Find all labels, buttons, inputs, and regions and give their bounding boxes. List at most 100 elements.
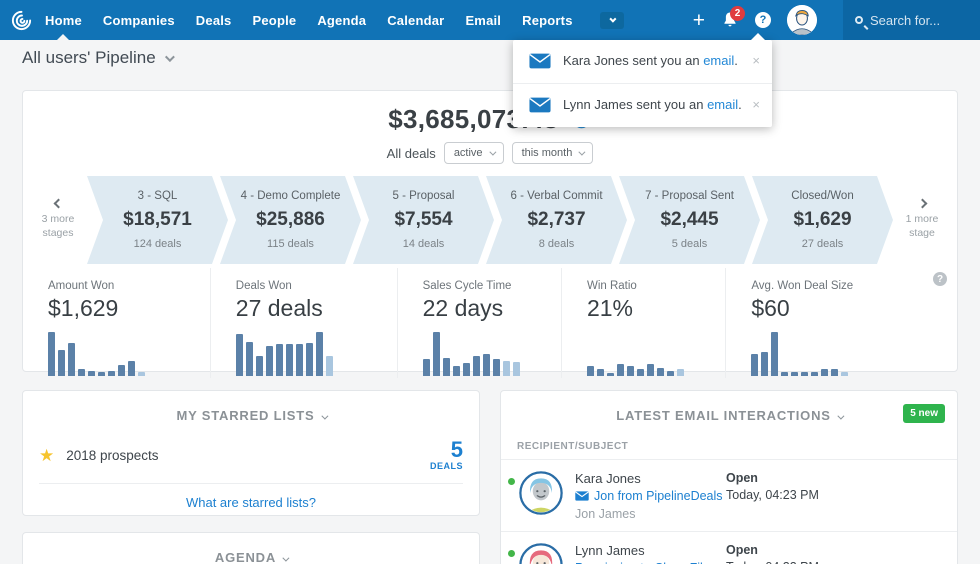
bar bbox=[503, 361, 510, 376]
recipient-name[interactable]: Kara Jones bbox=[575, 471, 723, 486]
quick-add-button[interactable]: + bbox=[693, 10, 705, 31]
stage-amount: $7,554 bbox=[394, 209, 452, 231]
bar bbox=[128, 361, 135, 376]
notification-text: Kara Jones sent you an email. bbox=[563, 53, 738, 70]
bar bbox=[453, 366, 460, 376]
more-stages-label: 3 morestages bbox=[42, 213, 75, 240]
bar bbox=[443, 358, 450, 376]
bar bbox=[118, 365, 125, 376]
email-main: Kara Jones Jon from PipelineDeals Jon Ja… bbox=[575, 471, 723, 521]
bar bbox=[68, 343, 75, 376]
email-interactions-header[interactable]: LATEST EMAIL INTERACTIONS 5 new bbox=[501, 391, 957, 425]
help-button[interactable]: ? bbox=[755, 12, 771, 28]
stages-scroll-right[interactable]: 1 morestage bbox=[893, 176, 951, 264]
star-icon[interactable]: ★ bbox=[39, 447, 54, 464]
nav-item-deals[interactable]: Deals bbox=[196, 13, 232, 28]
stage-proposal[interactable]: 5 - Proposal $7,554 14 deals bbox=[353, 176, 494, 264]
pipeline-stages: 3 morestages 3 - SQL $18,571 124 deals 4… bbox=[23, 176, 957, 264]
starred-lists-header[interactable]: MY STARRED LISTS bbox=[23, 391, 479, 425]
bar bbox=[781, 372, 788, 376]
chevron-down-icon bbox=[489, 148, 496, 155]
mini-bar-chart bbox=[751, 330, 957, 376]
bar bbox=[493, 359, 500, 376]
email-timestamp: Today, 04:22 PM bbox=[726, 560, 819, 564]
bar bbox=[821, 369, 828, 376]
stage-deal-count: 115 deals bbox=[267, 238, 314, 250]
stage-deal-count: 124 deals bbox=[134, 238, 182, 250]
bar bbox=[607, 373, 614, 376]
bar bbox=[473, 356, 480, 376]
period-filter[interactable]: this month bbox=[512, 142, 594, 164]
nav-item-agenda[interactable]: Agenda bbox=[317, 13, 366, 28]
stats-help-icon[interactable]: ? bbox=[933, 272, 947, 286]
chevron-left-icon bbox=[53, 198, 63, 208]
mini-bar-chart bbox=[423, 330, 561, 376]
pipeline-filters: All deals active this month bbox=[23, 142, 957, 164]
chevron-down-icon bbox=[165, 52, 175, 62]
nav-item-home[interactable]: Home bbox=[45, 13, 82, 28]
close-icon[interactable]: × bbox=[746, 97, 760, 112]
bar bbox=[647, 364, 654, 376]
starred-list-item[interactable]: ★ 2018 prospects 5 DEALS bbox=[23, 425, 479, 471]
bar bbox=[78, 369, 85, 376]
bar bbox=[751, 354, 758, 376]
stage-sql[interactable]: 3 - SQL $18,571 124 deals bbox=[87, 176, 228, 264]
bar bbox=[316, 332, 323, 376]
mini-bar-chart bbox=[236, 330, 397, 376]
search-input[interactable]: Search for... bbox=[843, 0, 980, 40]
stage-name: 4 - Demo Complete bbox=[241, 190, 341, 202]
deal-count-number: 5 bbox=[430, 439, 463, 461]
mini-bar-chart bbox=[587, 330, 725, 376]
what-are-starred-lists-link[interactable]: What are starred lists? bbox=[23, 484, 479, 510]
stage-verbal-commit[interactable]: 6 - Verbal Commit $2,737 8 deals bbox=[486, 176, 627, 264]
email-timestamp: Today, 04:23 PM bbox=[726, 488, 819, 502]
email-interaction-row: Kara Jones Jon from PipelineDeals Jon Ja… bbox=[501, 460, 957, 531]
stage-name: 7 - Proposal Sent bbox=[645, 190, 734, 202]
stage-closed-won[interactable]: Closed/Won $1,629 27 deals bbox=[752, 176, 893, 264]
search-placeholder: Search for... bbox=[870, 13, 940, 28]
user-avatar[interactable] bbox=[787, 5, 817, 35]
stage-arrows: 3 - SQL $18,571 124 deals 4 - Demo Compl… bbox=[87, 176, 893, 264]
email-subject-link[interactable]: Jon from PipelineDeals bbox=[575, 489, 723, 503]
nav-item-calendar[interactable]: Calendar bbox=[387, 13, 444, 28]
stage-name: 5 - Proposal bbox=[392, 190, 454, 202]
nav-item-reports[interactable]: Reports bbox=[522, 13, 573, 28]
nav-item-people[interactable]: People bbox=[253, 13, 297, 28]
bar bbox=[617, 364, 624, 376]
nav-item-companies[interactable]: Companies bbox=[103, 13, 175, 28]
stat-value: 21% bbox=[587, 295, 725, 322]
agenda-header[interactable]: AGENDA bbox=[23, 533, 479, 564]
recipient-subject-column-header: RECIPIENT/SUBJECT bbox=[501, 425, 957, 460]
email-link[interactable]: email bbox=[703, 53, 734, 68]
stat-deals-won: Deals Won 27 deals bbox=[210, 268, 397, 378]
app-logo[interactable] bbox=[10, 9, 33, 32]
online-status-dot bbox=[508, 478, 515, 485]
close-icon[interactable]: × bbox=[746, 53, 760, 68]
deal-status-filter[interactable]: active bbox=[444, 142, 504, 164]
pipeline-stats: Amount Won $1,629 Deals Won 27 deals Sal… bbox=[23, 268, 957, 378]
stage-proposal-sent[interactable]: 7 - Proposal Sent $2,445 5 deals bbox=[619, 176, 760, 264]
bar bbox=[98, 372, 105, 376]
stat-value: 27 deals bbox=[236, 295, 397, 322]
stage-demo-complete[interactable]: 4 - Demo Complete $25,886 115 deals bbox=[220, 176, 361, 264]
stat-label: Deals Won bbox=[236, 280, 397, 292]
spiral-logo-icon bbox=[10, 9, 33, 32]
nav-more-dropdown[interactable] bbox=[600, 12, 624, 29]
email-link[interactable]: email bbox=[707, 97, 738, 112]
recipient-name[interactable]: Lynn James bbox=[575, 543, 710, 558]
stat-win-ratio: Win Ratio 21% bbox=[561, 268, 725, 378]
bar bbox=[483, 354, 490, 376]
email-status: Open bbox=[726, 471, 819, 485]
email-interactions-card: LATEST EMAIL INTERACTIONS 5 new RECIPIEN… bbox=[500, 390, 958, 564]
stage-amount: $18,571 bbox=[123, 209, 192, 231]
stat-label: Avg. Won Deal Size bbox=[751, 280, 957, 292]
nav-item-email[interactable]: Email bbox=[465, 13, 501, 28]
agenda-card: AGENDA bbox=[22, 532, 480, 564]
stage-name: Closed/Won bbox=[791, 190, 853, 202]
avatar-kara-jones bbox=[519, 471, 563, 515]
nav-right-actions: + 2 ? Search for... bbox=[693, 0, 980, 40]
email-interactions-title: LATEST EMAIL INTERACTIONS bbox=[616, 408, 831, 423]
pipeline-selector[interactable]: All users' Pipeline bbox=[22, 48, 172, 68]
notifications-bell-button[interactable]: 2 bbox=[721, 11, 739, 29]
stages-scroll-left[interactable]: 3 morestages bbox=[29, 176, 87, 264]
